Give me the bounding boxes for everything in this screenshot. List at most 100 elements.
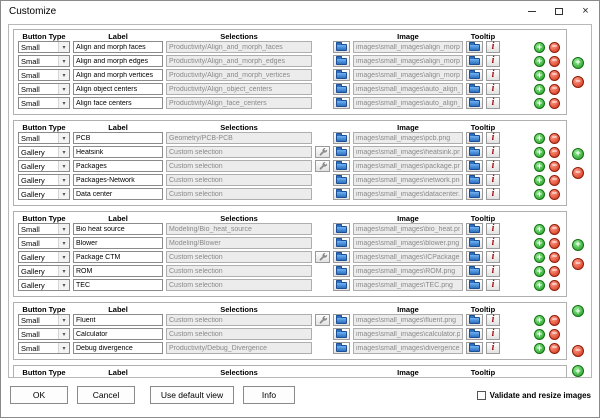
remove-row-button[interactable]	[549, 378, 560, 379]
browse-image-button[interactable]	[466, 146, 483, 158]
add-group-button[interactable]	[572, 239, 584, 251]
browse-selection-button[interactable]	[333, 314, 350, 326]
label-input[interactable]	[73, 132, 163, 144]
remove-row-button[interactable]	[549, 266, 560, 277]
button-type-select[interactable]: Small ▾	[18, 97, 70, 109]
browse-selection-button[interactable]	[333, 132, 350, 144]
browse-image-button[interactable]	[466, 342, 483, 354]
remove-group-button[interactable]	[572, 345, 584, 357]
label-input[interactable]	[73, 279, 163, 291]
browse-selection-button[interactable]	[333, 377, 350, 378]
remove-row-button[interactable]	[549, 70, 560, 81]
add-row-button[interactable]	[534, 42, 545, 53]
tooltip-edit-button[interactable]: i	[486, 160, 500, 172]
add-row-button[interactable]	[534, 133, 545, 144]
browse-image-button[interactable]	[466, 160, 483, 172]
browse-image-button[interactable]	[466, 237, 483, 249]
browse-image-button[interactable]	[466, 83, 483, 95]
tooltip-edit-button[interactable]: i	[486, 132, 500, 144]
button-type-select[interactable]: Small ▾	[18, 41, 70, 53]
remove-row-button[interactable]	[549, 42, 560, 53]
edit-selection-button[interactable]	[315, 314, 330, 326]
browse-selection-button[interactable]	[333, 265, 350, 277]
add-group-button[interactable]	[572, 365, 584, 377]
label-input[interactable]	[73, 55, 163, 67]
browse-image-button[interactable]	[466, 69, 483, 81]
tooltip-edit-button[interactable]: i	[486, 146, 500, 158]
browse-image-button[interactable]	[466, 41, 483, 53]
close-button[interactable]: ×	[572, 1, 599, 21]
add-row-button[interactable]	[534, 378, 545, 379]
add-row-button[interactable]	[534, 70, 545, 81]
remove-row-button[interactable]	[549, 189, 560, 200]
add-row-button[interactable]	[534, 266, 545, 277]
button-type-select[interactable]: Small ▾	[18, 223, 70, 235]
button-type-select[interactable]: Small ▾	[18, 69, 70, 81]
tooltip-edit-button[interactable]: i	[486, 69, 500, 81]
browse-image-button[interactable]	[466, 314, 483, 326]
minimize-button[interactable]	[518, 1, 545, 21]
remove-row-button[interactable]	[549, 315, 560, 326]
use-default-view-button[interactable]: Use default view	[150, 386, 234, 404]
button-type-select[interactable]: Gallery ▾	[18, 188, 70, 200]
browse-image-button[interactable]	[466, 279, 483, 291]
remove-row-button[interactable]	[549, 84, 560, 95]
remove-group-button[interactable]	[572, 167, 584, 179]
browse-selection-button[interactable]	[333, 97, 350, 109]
add-row-button[interactable]	[534, 224, 545, 235]
edit-selection-button[interactable]	[315, 146, 330, 158]
maximize-button[interactable]	[545, 1, 572, 21]
browse-image-button[interactable]	[466, 174, 483, 186]
tooltip-edit-button[interactable]: i	[486, 328, 500, 340]
label-input[interactable]	[73, 314, 163, 326]
tooltip-edit-button[interactable]: i	[486, 279, 500, 291]
remove-row-button[interactable]	[549, 238, 560, 249]
browse-selection-button[interactable]	[333, 328, 350, 340]
add-row-button[interactable]	[534, 84, 545, 95]
add-group-button[interactable]	[572, 148, 584, 160]
button-type-select[interactable]: Gallery ▾	[18, 251, 70, 263]
remove-row-button[interactable]	[549, 175, 560, 186]
validate-checkbox[interactable]	[477, 391, 486, 400]
label-input[interactable]	[73, 251, 163, 263]
titlebar[interactable]: Customize ×	[1, 1, 599, 21]
browse-selection-button[interactable]	[333, 41, 350, 53]
tooltip-edit-button[interactable]: i	[486, 174, 500, 186]
label-input[interactable]	[73, 97, 163, 109]
browse-selection-button[interactable]	[333, 342, 350, 354]
remove-row-button[interactable]	[549, 147, 560, 158]
button-type-select[interactable]: Small ▾	[18, 342, 70, 354]
button-type-select[interactable]: Gallery ▾	[18, 265, 70, 277]
label-input[interactable]	[73, 223, 163, 235]
add-row-button[interactable]	[534, 238, 545, 249]
button-type-select[interactable]: Gallery ▾	[18, 146, 70, 158]
browse-selection-button[interactable]	[333, 279, 350, 291]
edit-selection-button[interactable]	[315, 251, 330, 263]
add-row-button[interactable]	[534, 329, 545, 340]
label-input[interactable]	[73, 83, 163, 95]
add-row-button[interactable]	[534, 175, 545, 186]
tooltip-edit-button[interactable]: i	[486, 55, 500, 67]
button-type-select[interactable]: Small ▾	[18, 377, 70, 378]
add-row-button[interactable]	[534, 98, 545, 109]
button-type-select[interactable]: Gallery ▾	[18, 279, 70, 291]
browse-image-button[interactable]	[466, 377, 483, 378]
tooltip-edit-button[interactable]: i	[486, 41, 500, 53]
tooltip-edit-button[interactable]: i	[486, 223, 500, 235]
button-type-select[interactable]: Gallery ▾	[18, 160, 70, 172]
tooltip-edit-button[interactable]: i	[486, 97, 500, 109]
label-input[interactable]	[73, 342, 163, 354]
add-row-button[interactable]	[534, 161, 545, 172]
remove-row-button[interactable]	[549, 329, 560, 340]
button-type-select[interactable]: Small ▾	[18, 132, 70, 144]
tooltip-edit-button[interactable]: i	[486, 314, 500, 326]
browse-selection-button[interactable]	[333, 251, 350, 263]
tooltip-edit-button[interactable]: i	[486, 265, 500, 277]
browse-image-button[interactable]	[466, 265, 483, 277]
browse-selection-button[interactable]	[333, 237, 350, 249]
remove-group-button[interactable]	[572, 258, 584, 270]
remove-row-button[interactable]	[549, 161, 560, 172]
add-row-button[interactable]	[534, 189, 545, 200]
add-row-button[interactable]	[534, 315, 545, 326]
add-group-button[interactable]	[572, 57, 584, 69]
